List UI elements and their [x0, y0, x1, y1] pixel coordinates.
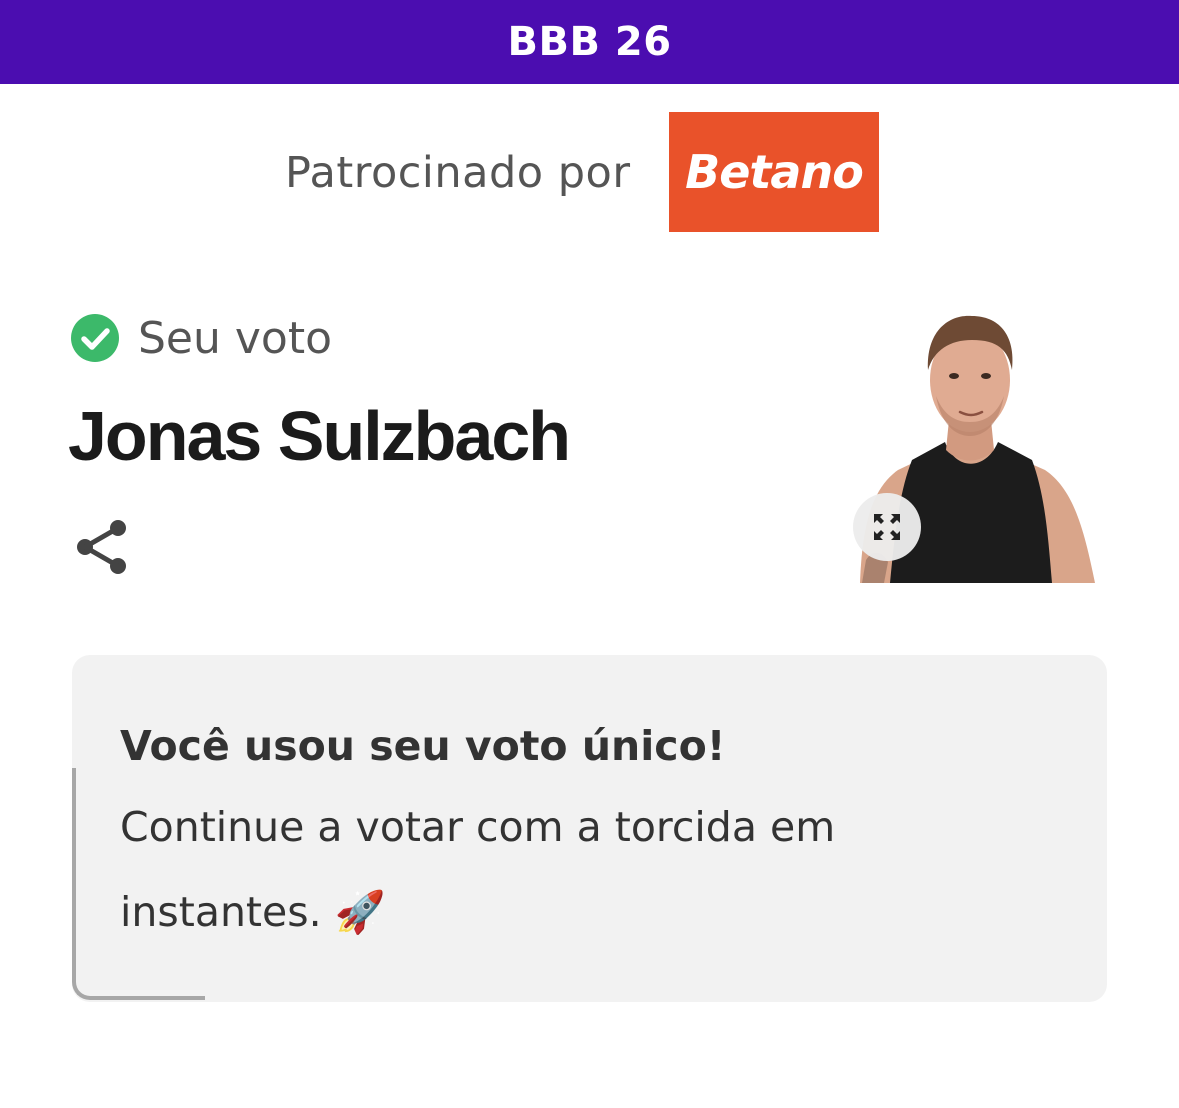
check-circle-icon [71, 314, 119, 362]
sponsor-label: Patrocinado por [285, 148, 631, 198]
program-title: BBB 26 [507, 19, 672, 65]
top-bar: BBB 26 [0, 0, 1179, 84]
candidate-name: Jonas Sulzbach [68, 397, 571, 475]
share-icon[interactable] [74, 518, 130, 576]
expand-icon [874, 514, 900, 540]
sponsor-logo-text: Betano [685, 145, 864, 199]
vote-status: Seu voto [71, 312, 333, 364]
sponsor-row: Patrocinado por Betano [0, 112, 1179, 232]
expand-photo-button[interactable] [853, 493, 921, 561]
sponsor-logo[interactable]: Betano [669, 112, 879, 232]
vote-status-label: Seu voto [138, 312, 333, 364]
info-card-message: Continue a votar com a torcida em instan… [120, 803, 836, 936]
info-card-title: Você usou seu voto único! [120, 722, 726, 770]
